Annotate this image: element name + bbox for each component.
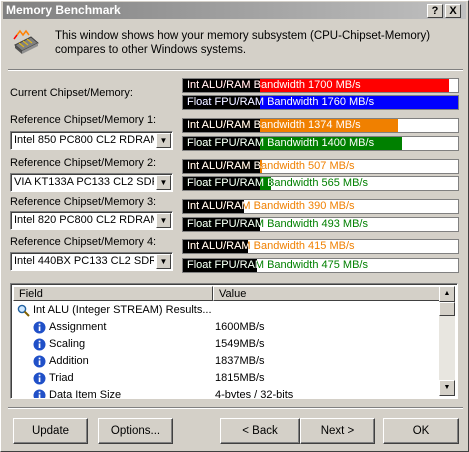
magnifier-icon [17, 304, 30, 317]
bar-label-overlay: Int ALU/RAM Bandwidth 415 MB/s [187, 240, 248, 252]
bar-label-overlay: Int ALU/RAM Bandwidth 507 MB/s [187, 160, 262, 172]
title-bar: Memory Benchmark ? X [3, 2, 466, 19]
update-button[interactable]: Update [13, 418, 88, 444]
bar-label-overlay: Float FPU/RAM Bandwidth 565 MB/s [187, 177, 271, 189]
results-list[interactable]: Field Value Int ALU (Integer STREAM) Res… [10, 283, 458, 399]
reference-3-float-bandwidth-bar: Float FPU/RAM Bandwidth 493 MB/s Float FP… [182, 217, 459, 232]
bar-label-overlay: Int ALU/RAM Bandwidth 390 MB/s [187, 200, 244, 212]
options-button[interactable]: Options... [98, 418, 173, 444]
reference-2-int-bandwidth-bar: Int ALU/RAM Bandwidth 507 MB/s Int ALU/RA… [182, 159, 459, 174]
reference-1-label: Reference Chipset/Memory 1: [10, 114, 157, 126]
info-icon [33, 338, 46, 351]
reference-4-label: Reference Chipset/Memory 4: [10, 236, 157, 248]
help-button[interactable]: ? [427, 4, 443, 18]
row-value: 4-bytes / 32-bits [215, 389, 294, 399]
reference-4-float-bandwidth-bar: Float FPU/RAM Bandwidth 475 MB/s Float FP… [182, 258, 459, 273]
reference-4-select[interactable]: Intel 440BX PC133 CL2 SDRAM ▼ [10, 252, 173, 271]
reference-2-selected-value: VIA KT133A PC133 CL2 SDRAM [14, 176, 154, 188]
row-value: 1815MB/s [215, 372, 265, 384]
list-item[interactable]: Triad 1815MB/s [13, 370, 441, 387]
memory-chip-icon [13, 29, 39, 54]
row-field: Scaling [49, 338, 86, 350]
reference-3-select[interactable]: Intel 820 PC800 CL2 RDRAM ▼ [10, 211, 173, 230]
reference-1-selected-value: Intel 850 PC800 CL2 RDRAM [14, 134, 154, 146]
reference-1-float-bandwidth-bar: Float FPU/RAM Bandwidth 1400 MB/s Float F… [182, 136, 459, 151]
row-value: 1837MB/s [215, 355, 265, 367]
chevron-down-icon[interactable]: ▼ [156, 175, 171, 190]
row-value: 1600MB/s [215, 321, 265, 333]
chevron-down-icon[interactable]: ▼ [156, 213, 171, 228]
row-field: Addition [49, 355, 89, 367]
reference-3-label: Reference Chipset/Memory 3: [10, 196, 157, 208]
current-float-bandwidth-bar: Float FPU/RAM Bandwidth 1760 MB/s Float F… [182, 95, 459, 110]
reference-2-float-bandwidth-bar: Float FPU/RAM Bandwidth 565 MB/s Float FP… [182, 176, 459, 191]
reference-3-selected-value: Intel 820 PC800 CL2 RDRAM [14, 214, 154, 226]
memory-benchmark-window: Memory Benchmark ? X This window shows h… [0, 0, 469, 452]
row-field: Data Item Size [49, 389, 122, 399]
window-title: Memory Benchmark [6, 3, 121, 17]
current-int-bandwidth-bar: Int ALU/RAM Bandwidth 1700 MB/s Int ALU/R… [182, 78, 459, 93]
chevron-down-icon[interactable]: ▼ [156, 254, 171, 269]
row-value: 1549MB/s [215, 338, 265, 350]
bar-label-overlay: Float FPU/RAM Bandwidth 475 MB/s [187, 259, 257, 271]
close-button[interactable]: X [445, 4, 461, 18]
back-button[interactable]: < Back [220, 418, 300, 444]
header-separator [8, 69, 463, 71]
info-icon [33, 372, 46, 385]
bar-label-overlay: Int ALU/RAM Bandwidth 1374 MB/s [187, 119, 361, 131]
reference-1-select[interactable]: Intel 850 PC800 CL2 RDRAM ▼ [10, 131, 173, 150]
reference-4-int-bandwidth-bar: Int ALU/RAM Bandwidth 415 MB/s Int ALU/RA… [182, 239, 459, 254]
column-header-field[interactable]: Field [13, 286, 213, 301]
list-item[interactable]: Addition 1837MB/s [13, 353, 441, 370]
list-item[interactable]: Scaling 1549MB/s [13, 336, 441, 353]
scroll-down-button[interactable]: ▼ [439, 380, 455, 396]
row-field: Triad [49, 372, 74, 384]
row-field: Int ALU (Integer STREAM) Results... [33, 304, 212, 316]
reference-1-int-bandwidth-bar: Int ALU/RAM Bandwidth 1374 MB/s Int ALU/R… [182, 118, 459, 133]
list-item[interactable]: Int ALU (Integer STREAM) Results... [13, 302, 441, 319]
header-description: This window shows how your memory subsys… [55, 30, 431, 56]
chevron-down-icon[interactable]: ▼ [156, 133, 171, 148]
row-field: Assignment [49, 321, 107, 333]
reference-3-int-bandwidth-bar: Int ALU/RAM Bandwidth 390 MB/s Int ALU/RA… [182, 199, 459, 214]
footer-separator [8, 407, 463, 409]
ok-button[interactable]: OK [383, 418, 459, 444]
bar-label-overlay: Int ALU/RAM Bandwidth 1700 MB/s [187, 79, 361, 91]
list-item[interactable]: Assignment 1600MB/s [13, 319, 441, 336]
scroll-up-button[interactable]: ▲ [439, 286, 455, 302]
results-list-header: Field Value [13, 286, 441, 301]
reference-4-selected-value: Intel 440BX PC133 CL2 SDRAM [14, 255, 154, 267]
next-button[interactable]: Next > [300, 418, 375, 444]
list-item[interactable]: Data Item Size 4-bytes / 32-bits [13, 387, 441, 399]
scroll-thumb[interactable] [439, 302, 455, 316]
info-icon [33, 321, 46, 334]
column-header-value[interactable]: Value [213, 286, 441, 301]
info-icon [33, 355, 46, 368]
current-chipset-label: Current Chipset/Memory: [10, 87, 133, 99]
reference-2-select[interactable]: VIA KT133A PC133 CL2 SDRAM ▼ [10, 173, 173, 192]
results-scrollbar[interactable]: ▲ ▼ [439, 286, 455, 396]
reference-2-label: Reference Chipset/Memory 2: [10, 157, 157, 169]
bar-label-overlay: Float FPU/RAM Bandwidth 1400 MB/s [187, 137, 375, 149]
info-icon [33, 389, 46, 398]
bar-label-overlay: Float FPU/RAM Bandwidth 1760 MB/s [187, 96, 375, 108]
bar-label-overlay: Float FPU/RAM Bandwidth 493 MB/s [187, 218, 260, 230]
